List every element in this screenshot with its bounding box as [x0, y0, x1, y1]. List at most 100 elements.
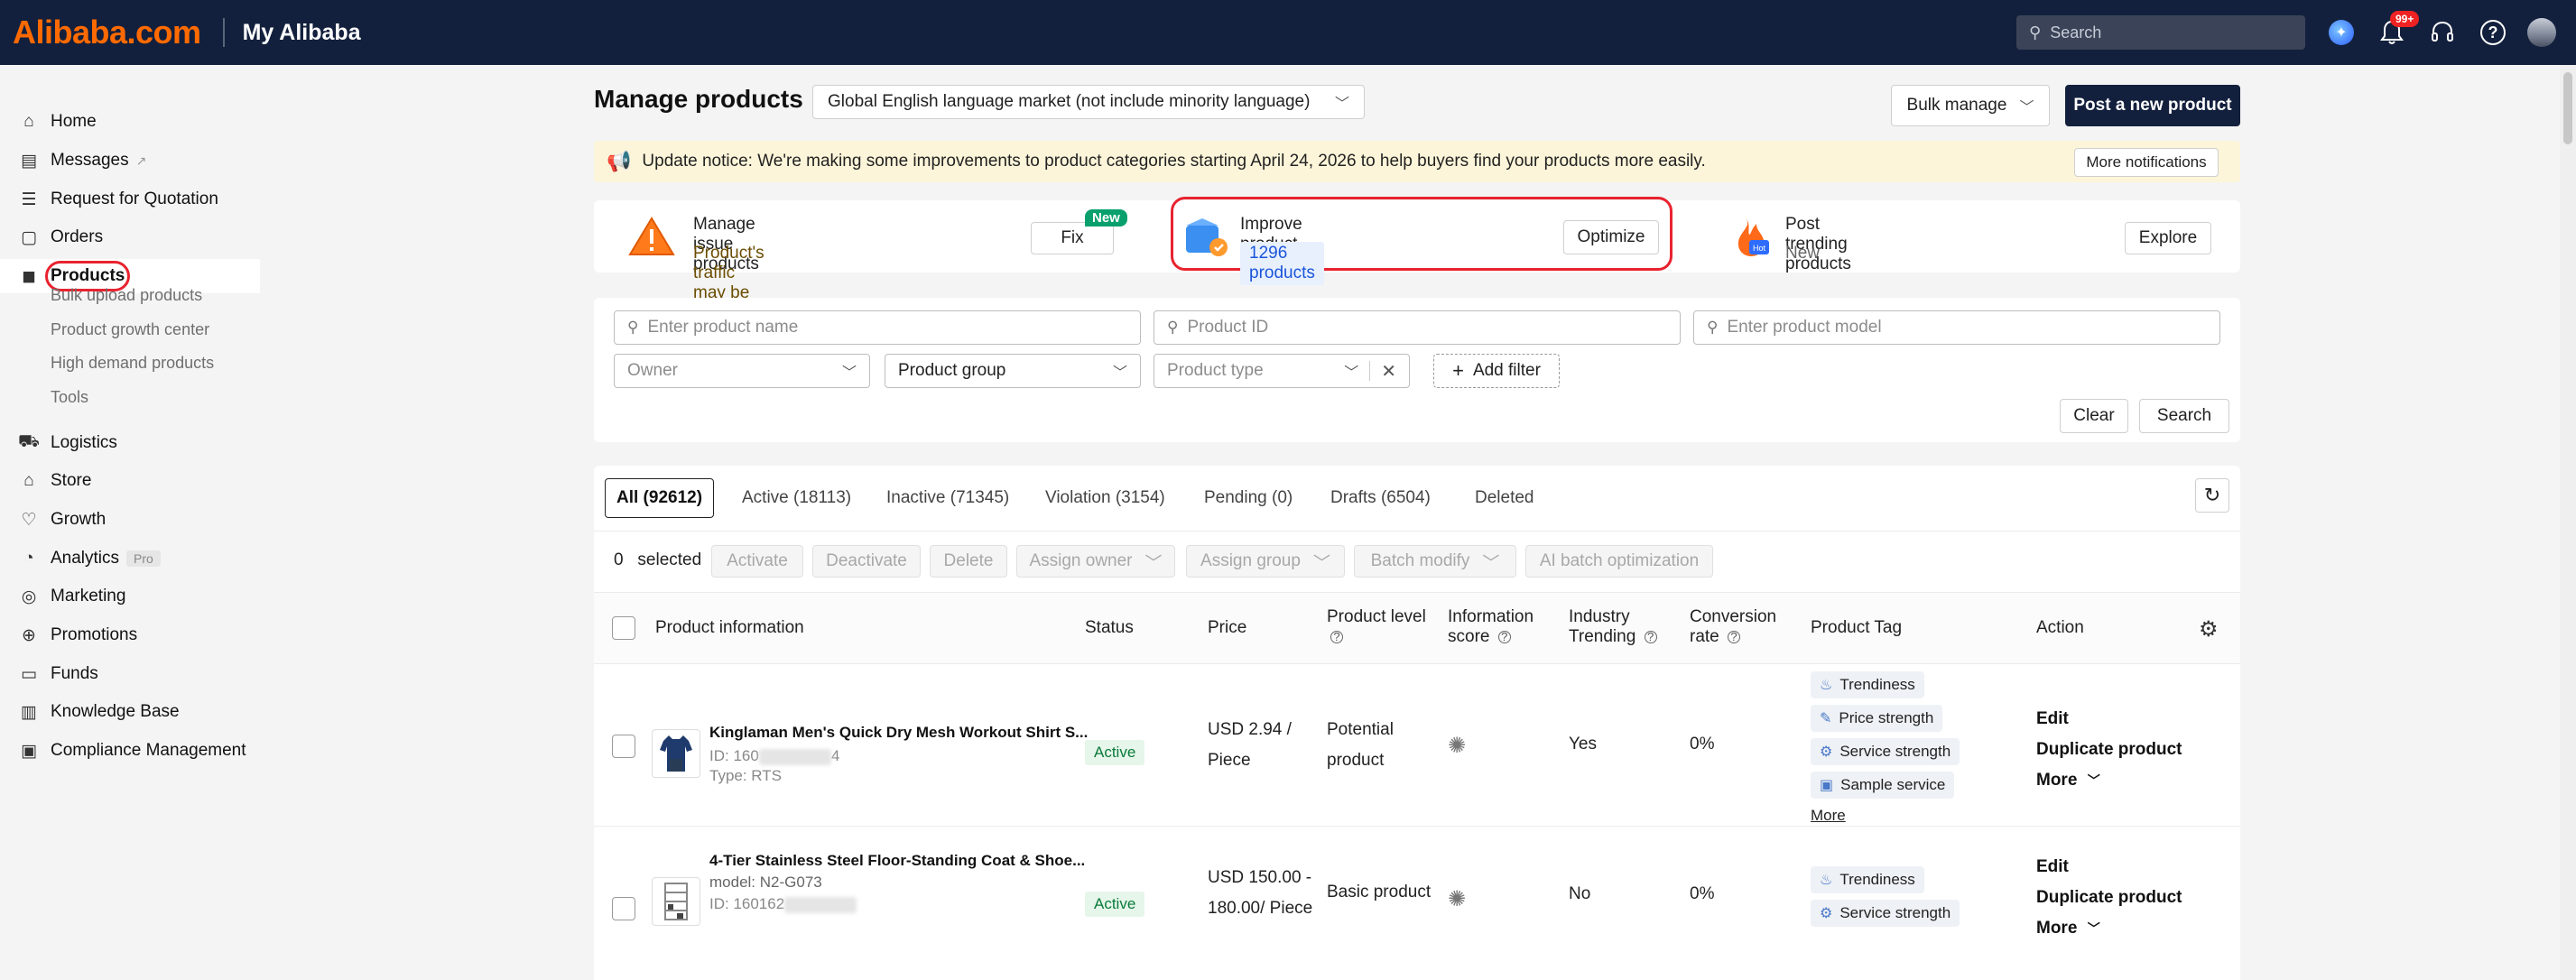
sidebar-sub-bulk-upload[interactable]: Bulk upload products	[51, 286, 202, 305]
fire-icon: Hot	[1737, 218, 1769, 256]
owner-select[interactable]: Owner ﹀	[614, 354, 870, 388]
top-search-input[interactable]: ⚲ Search	[2016, 15, 2305, 50]
rfq-icon: ☰	[21, 190, 37, 209]
product-thumbnail[interactable]	[652, 729, 700, 778]
scrollbar-thumb[interactable]	[2563, 72, 2572, 144]
more-notifications-button[interactable]: More notifications	[2074, 148, 2219, 177]
question-icon: ?	[2480, 20, 2506, 45]
conversion-rate-cell: 0%	[1690, 884, 1715, 903]
sidebar-item-store[interactable]: ⌂ Store	[0, 464, 260, 498]
clear-icon[interactable]: ✕	[1381, 360, 1396, 383]
fix-button[interactable]: Fix	[1031, 222, 1114, 254]
add-filter-button[interactable]: + Add filter	[1433, 354, 1560, 388]
more-tags-link[interactable]: More	[1811, 807, 1846, 825]
row-checkbox[interactable]	[612, 735, 635, 758]
tab-drafts[interactable]: Drafts (6504)	[1330, 478, 1431, 518]
info-icon[interactable]: ?	[1497, 630, 1511, 643]
language-market-select[interactable]: Global English language market (not incl…	[812, 85, 1365, 119]
top-search-placeholder: Search	[2050, 23, 2102, 42]
delete-button[interactable]: Delete	[930, 545, 1007, 578]
sidebar-item-compliance[interactable]: ▣ Compliance Management	[0, 734, 260, 768]
info-icon[interactable]: ?	[1644, 630, 1657, 643]
product-model-placeholder: Enter product model	[1727, 318, 1882, 337]
tab-active[interactable]: Active (18113)	[742, 478, 851, 518]
assign-owner-button[interactable]: Assign owner ﹀	[1016, 545, 1175, 578]
row-checkbox[interactable]	[612, 897, 635, 920]
avatar[interactable]	[2527, 18, 2556, 47]
header-product-tag: Product Tag	[1811, 618, 1903, 637]
sidebar-item-promotions[interactable]: ⊕ Promotions	[0, 618, 260, 652]
product-type-controls: ﹀ ✕	[1344, 360, 1396, 383]
edit-link[interactable]: Edit	[2036, 857, 2069, 877]
product-name-input[interactable]: ⚲ Enter product name	[614, 310, 1141, 345]
product-thumbnail[interactable]	[652, 877, 700, 926]
sidebar-sub-growth-center[interactable]: Product growth center	[51, 320, 209, 339]
product-type-select[interactable]: Product type ﹀ ✕	[1154, 354, 1410, 388]
page-scrollbar[interactable]	[2560, 65, 2576, 980]
refresh-button[interactable]: ↻	[2195, 478, 2229, 513]
sidebar-item-analytics[interactable]: ◔ Analytics Pro	[0, 541, 260, 576]
edit-link[interactable]: Edit	[2036, 709, 2069, 729]
gear-icon[interactable]: ⚙	[2199, 616, 2219, 643]
product-name[interactable]: Kinglaman Men's Quick Dry Mesh Workout S…	[709, 724, 1088, 742]
duplicate-product-link[interactable]: Duplicate product	[2036, 888, 2182, 908]
message-icon: ▤	[21, 151, 37, 171]
header-industry-trending: Industry Trending ?	[1569, 607, 1657, 647]
select-all-checkbox[interactable]	[612, 616, 635, 640]
chevron-down-icon: ﹀	[2087, 921, 2100, 936]
improve-quality-count[interactable]: 1296 products	[1240, 242, 1324, 285]
post-new-product-button[interactable]: Post a new product	[2065, 85, 2240, 126]
tag-trendiness: ♨ Trendiness	[1811, 671, 1924, 698]
notification-badge: 99+	[2390, 11, 2420, 27]
bulk-manage-button[interactable]: Bulk manage ﹀	[1891, 85, 2050, 126]
chevron-down-icon: ﹀	[2087, 773, 2100, 788]
tab-pending[interactable]: Pending (0)	[1204, 478, 1293, 518]
megaphone-icon: 📢	[607, 150, 632, 172]
help-button[interactable]: ?	[2478, 17, 2508, 48]
info-icon[interactable]: ?	[1728, 630, 1741, 643]
quality-box-icon	[1186, 218, 1228, 256]
redaction-mask	[758, 748, 831, 765]
tab-violation[interactable]: Violation (3154)	[1045, 478, 1165, 518]
sidebar-item-rfq[interactable]: ☰ Request for Quotation	[0, 182, 260, 217]
product-name[interactable]: 4-Tier Stainless Steel Floor-Standing Co…	[709, 852, 1085, 870]
external-link-icon: ↗	[135, 153, 147, 168]
ai-batch-optimization-button[interactable]: AI batch optimization	[1525, 545, 1713, 578]
product-id-input[interactable]: ⚲ Product ID	[1154, 310, 1681, 345]
product-group-select[interactable]: Product group ﹀	[885, 354, 1141, 388]
loading-spinner-icon: ✺	[1448, 734, 1467, 758]
product-model-input[interactable]: ⚲ Enter product model	[1693, 310, 2220, 345]
sidebar-item-home[interactable]: ⌂ Home	[0, 105, 260, 139]
deactivate-button[interactable]: Deactivate	[812, 545, 921, 578]
alibaba-logo[interactable]: Alibaba.com	[13, 14, 201, 51]
activate-button[interactable]: Activate	[711, 545, 803, 578]
assign-group-button[interactable]: Assign group ﹀	[1186, 545, 1345, 578]
app-title[interactable]: My Alibaba	[243, 20, 361, 46]
sidebar-item-marketing[interactable]: ◎ Marketing	[0, 579, 260, 614]
sidebar-item-logistics[interactable]: ⛟ Logistics	[0, 426, 260, 460]
more-actions-dropdown[interactable]: More ﹀	[2036, 919, 2100, 938]
sidebar-sub-tools[interactable]: Tools	[51, 388, 88, 407]
support-button[interactable]	[2427, 17, 2458, 48]
info-icon[interactable]: ?	[1330, 630, 1343, 643]
sidebar-item-funds[interactable]: ▭ Funds	[0, 657, 260, 691]
more-actions-dropdown[interactable]: More ﹀	[2036, 771, 2100, 790]
sidebar-sub-high-demand[interactable]: High demand products	[51, 354, 214, 373]
sidebar-item-knowledge-base[interactable]: ▥ Knowledge Base	[0, 695, 260, 729]
sidebar-item-growth[interactable]: ♡ Growth	[0, 503, 260, 537]
ai-assistant-button[interactable]: ✦	[2326, 17, 2357, 48]
explore-button[interactable]: Explore	[2125, 222, 2211, 254]
logo-divider	[222, 18, 225, 47]
tab-inactive[interactable]: Inactive (71345)	[886, 478, 1009, 518]
optimize-button[interactable]: Optimize	[1563, 220, 1659, 254]
tab-all[interactable]: All (92612)	[605, 478, 715, 518]
duplicate-product-link[interactable]: Duplicate product	[2036, 740, 2182, 760]
tag-sample-service: ▣ Sample service	[1811, 772, 1955, 799]
table-row: 4-Tier Stainless Steel Floor-Standing Co…	[594, 827, 2240, 980]
clear-button[interactable]: Clear	[2060, 399, 2128, 433]
sidebar-item-orders[interactable]: ▢ Orders	[0, 220, 260, 254]
tab-deleted[interactable]: Deleted	[1475, 478, 1534, 518]
search-button[interactable]: Search	[2139, 399, 2229, 433]
sidebar-item-messages[interactable]: ▤ Messages ↗	[0, 143, 260, 178]
batch-modify-button[interactable]: Batch modify ﹀	[1354, 545, 1516, 578]
